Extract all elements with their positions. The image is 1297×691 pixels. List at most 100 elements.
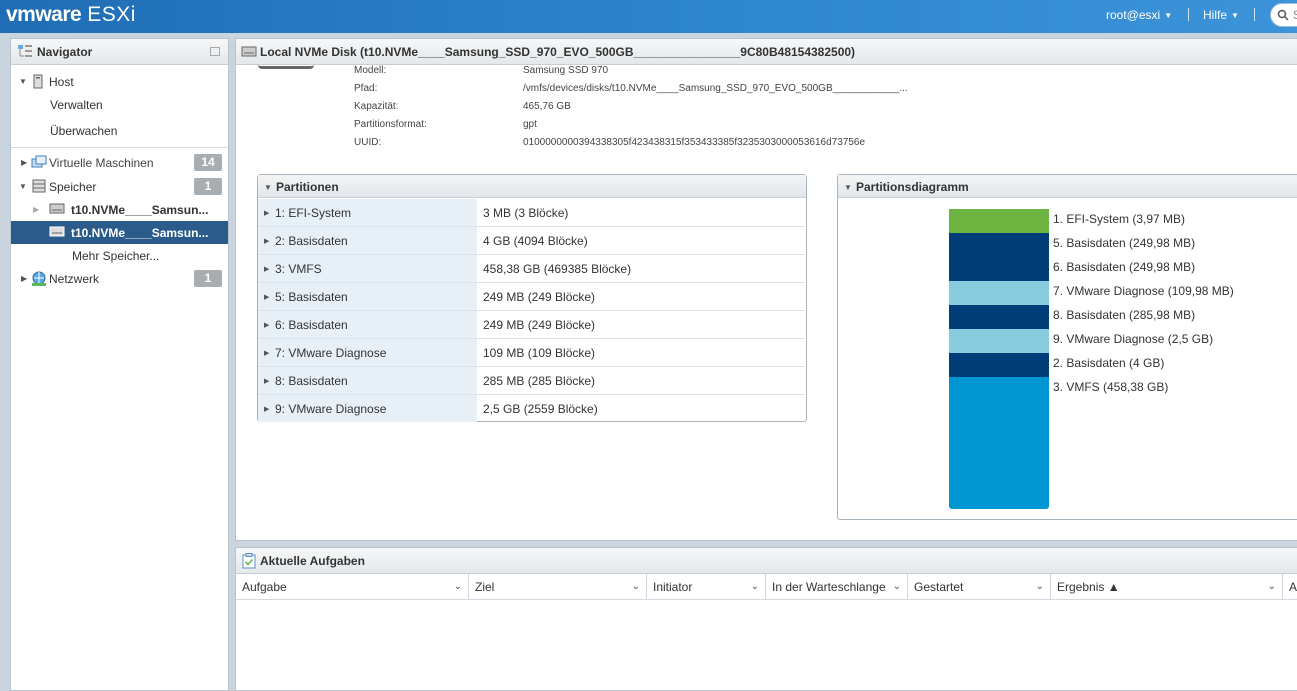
nav-item-virtual-machines[interactable]: ▶ Virtuelle Maschinen 14: [11, 151, 228, 174]
divider: [1254, 8, 1255, 21]
navigator-header: Navigator: [11, 39, 228, 65]
disk-details-title: Local NVMe Disk (t10.NVMe____Samsung_SSD…: [260, 45, 856, 59]
expand-triangle-icon[interactable]: ▶: [264, 293, 269, 301]
column-label: Initiator: [653, 580, 693, 594]
info-value: gpt: [523, 119, 537, 130]
diagram-segment-diagnose-9[interactable]: [949, 329, 1049, 353]
partition-size: 458,38 GB (469385 Blöcke): [483, 262, 632, 276]
partition-name: 3: VMFS: [275, 262, 322, 276]
search-input[interactable]: S: [1270, 3, 1297, 27]
chevron-down-icon[interactable]: ⌄: [1268, 581, 1276, 592]
table-row[interactable]: ▶ 8: Basisdaten 285 MB (285 Blöcke): [258, 367, 805, 395]
diagram-segment-basisdaten-5[interactable]: [949, 233, 1049, 257]
table-row[interactable]: ▶ 7: VMware Diagnose 109 MB (109 Blöcke): [258, 339, 805, 367]
column-header-started[interactable]: Gestartet ⌄: [908, 574, 1051, 599]
user-menu[interactable]: root@esxi ▼: [1106, 8, 1172, 22]
recent-tasks-title: Aktuelle Aufgaben: [260, 554, 365, 568]
info-value: /vmfs/devices/disks/t10.NVMe____Samsung_…: [523, 83, 908, 94]
table-row[interactable]: ▶ 9: VMware Diagnose 2,5 GB (2559 Blöcke): [258, 395, 805, 423]
nav-more-storage-label: Mehr Speicher...: [72, 249, 160, 263]
diagram-segment-basisdaten-2[interactable]: [949, 353, 1049, 377]
partitions-header[interactable]: ▼ Partitionen: [258, 175, 806, 198]
diagram-legend-label: 3. VMFS (458,38 GB): [1053, 380, 1169, 394]
partition-size: 249 MB (249 Blöcke): [483, 290, 596, 304]
disk-details-panel: Local NVMe Disk (t10.NVMe____Samsung_SSD…: [235, 38, 1297, 541]
partition-size: 285 MB (285 Blöcke): [483, 374, 596, 388]
chevron-down-icon[interactable]: ⌄: [632, 581, 640, 592]
table-row[interactable]: ▶ 2: Basisdaten 4 GB (4094 Blöcke): [258, 227, 805, 255]
nav-item-storage[interactable]: ▼ Speicher 1: [11, 175, 228, 198]
vm-count-badge: 14: [194, 154, 222, 171]
tasks-clipboard-icon: [242, 553, 256, 569]
table-row[interactable]: ▶ 3: VMFS 458,38 GB (469385 Blöcke): [258, 255, 805, 283]
chevron-down-icon[interactable]: ⌄: [751, 581, 759, 592]
nav-item-network[interactable]: ▶ Netzwerk 1: [11, 267, 228, 290]
collapse-panel-icon[interactable]: [210, 47, 220, 56]
nav-item-storage-device-selected[interactable]: t10.NVMe____Samsun...: [11, 221, 228, 244]
expand-triangle-icon[interactable]: ▶: [21, 158, 27, 167]
nav-item-ueberwachen[interactable]: Überwachen: [11, 119, 228, 142]
column-header-aufgabe[interactable]: Aufgabe ⌄: [236, 574, 469, 599]
partition-name-cell: ▶ 8: Basisdaten: [258, 367, 477, 394]
chevron-down-icon: ▼: [1231, 11, 1239, 21]
diagram-legend-label: 5. Basisdaten (249,98 MB): [1053, 236, 1196, 250]
vmware-esxi-logo[interactable]: vmware ESXi: [6, 3, 136, 27]
diagram-segment-efi[interactable]: [949, 209, 1049, 233]
collapse-triangle-icon[interactable]: ▼: [264, 183, 272, 192]
expand-triangle-icon[interactable]: ▶: [21, 274, 27, 283]
partition-size: 2,5 GB (2559 Blöcke): [483, 402, 598, 416]
expand-triangle-icon[interactable]: ▶: [264, 237, 269, 245]
expand-triangle-icon[interactable]: ▶: [264, 377, 269, 385]
help-menu[interactable]: Hilfe ▼: [1203, 8, 1239, 22]
diagram-segment-vmfs[interactable]: [949, 377, 1049, 509]
nav-divider: [11, 147, 228, 148]
expand-triangle-icon[interactable]: ▶: [264, 321, 269, 329]
diagram-legend-label: 8. Basisdaten (285,98 MB): [1053, 308, 1196, 322]
table-row[interactable]: ▶ 5: Basisdaten 249 MB (249 Blöcke): [258, 283, 805, 311]
diagram-segment-diagnose-7[interactable]: [949, 281, 1049, 305]
expand-triangle-icon[interactable]: ▶: [264, 209, 269, 217]
nav-storage-device-label: t10.NVMe____Samsun...: [71, 203, 209, 217]
nav-item-network-label: Netzwerk: [49, 272, 100, 286]
nav-storage-device-selected-label: t10.NVMe____Samsun...: [71, 226, 209, 240]
column-header-ziel[interactable]: Ziel ⌄: [469, 574, 647, 599]
diagram-legend-label: 6. Basisdaten (249,98 MB): [1053, 260, 1196, 274]
chevron-down-icon[interactable]: ⌄: [893, 581, 901, 592]
disk-details-header: Local NVMe Disk (t10.NVMe____Samsung_SSD…: [236, 39, 1297, 65]
column-header-initiator[interactable]: Initiator ⌄: [647, 574, 766, 599]
nav-item-host-label: Host: [49, 75, 74, 89]
partition-diagram: ▼ Partitionsdiagramm 1. EFI-System (3,97…: [837, 174, 1297, 520]
tasks-table-header: Aufgabe ⌄ Ziel ⌄ Initiator ⌄ In der Wartesc…: [236, 574, 1297, 600]
expand-triangle-icon[interactable]: ▶: [264, 265, 269, 273]
info-key: UUID:: [354, 137, 382, 148]
nav-item-host[interactable]: ▼ Host: [11, 70, 228, 93]
column-header-result[interactable]: Ergebnis ▲ ⌄: [1051, 574, 1283, 599]
search-placeholder: S: [1293, 8, 1297, 22]
expand-triangle-icon[interactable]: ▶: [264, 405, 269, 413]
virtual-machine-icon: [31, 155, 47, 168]
divider: [1188, 8, 1189, 21]
collapse-triangle-icon[interactable]: ▼: [844, 183, 852, 192]
column-header-more[interactable]: Al: [1283, 574, 1297, 599]
nav-item-storage-device[interactable]: ▶ t10.NVMe____Samsun...: [11, 198, 228, 221]
partition-diagram-header[interactable]: ▼ Partitionsdiagramm: [838, 175, 1297, 198]
chevron-down-icon[interactable]: ⌄: [454, 581, 462, 592]
diagram-segment-basisdaten-8[interactable]: [949, 305, 1049, 329]
table-row[interactable]: ▶ 1: EFI-System 3 MB (3 Blöcke): [258, 199, 805, 227]
collapse-triangle-icon[interactable]: ▼: [19, 182, 27, 191]
info-value: 465,76 GB: [523, 101, 571, 112]
table-row[interactable]: ▶ 6: Basisdaten 249 MB (249 Blöcke): [258, 311, 805, 339]
partition-size: 109 MB (109 Blöcke): [483, 346, 596, 360]
collapse-triangle-icon[interactable]: ▼: [19, 77, 27, 86]
chevron-down-icon: ▼: [1164, 11, 1173, 21]
expand-triangle-icon[interactable]: ▶: [33, 205, 39, 214]
nav-item-more-storage[interactable]: Mehr Speicher...: [11, 244, 228, 267]
column-header-queued[interactable]: In der Warteschlange ⌄: [766, 574, 908, 599]
partition-name: 6: Basisdaten: [275, 318, 348, 332]
diagram-segment-basisdaten-6[interactable]: [949, 257, 1049, 281]
partition-name-cell: ▶ 9: VMware Diagnose: [258, 395, 477, 422]
info-key: Kapazität:: [354, 101, 399, 112]
chevron-down-icon[interactable]: ⌄: [1036, 581, 1044, 592]
expand-triangle-icon[interactable]: ▶: [264, 349, 269, 357]
nav-item-verwalten[interactable]: Verwalten: [11, 93, 228, 116]
